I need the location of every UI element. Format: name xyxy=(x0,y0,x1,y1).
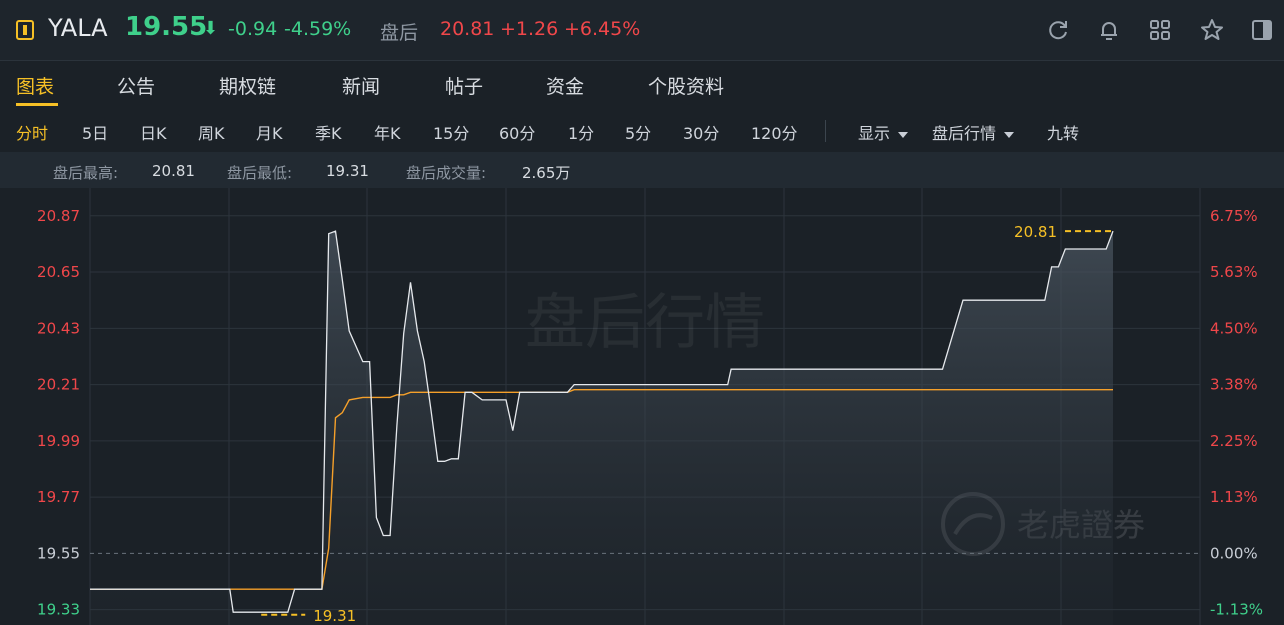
right-tick-label: 5.63% xyxy=(1210,263,1258,281)
tab-company-profile[interactable]: 个股资料 xyxy=(648,72,724,99)
right-tick-label: 4.50% xyxy=(1210,319,1258,337)
left-tick-label: 20.21 xyxy=(37,376,80,394)
left-tick-label: 19.99 xyxy=(37,432,80,450)
low-marker-label: 19.31 xyxy=(313,607,356,625)
period-quarterly[interactable]: 季K xyxy=(315,120,342,144)
high-marker-label: 20.81 xyxy=(1014,223,1057,241)
tab-news[interactable]: 新闻 xyxy=(342,72,380,99)
period-intraday[interactable]: 分时 xyxy=(16,120,48,144)
period-15min[interactable]: 15分 xyxy=(433,120,469,144)
after-hours-dropdown[interactable]: 盘后行情 xyxy=(932,120,1015,144)
down-arrow-icon: ⬇ xyxy=(203,18,219,39)
period-5day[interactable]: 5日 xyxy=(82,120,108,144)
market-status-icon xyxy=(16,20,34,40)
after-hours-change: +1.26 xyxy=(500,18,559,40)
period-daily[interactable]: 日K xyxy=(140,120,167,144)
period-1min[interactable]: 1分 xyxy=(568,120,594,144)
stat-low-value: 19.31 xyxy=(326,162,369,180)
after-hours-label: 盘后 xyxy=(380,22,419,44)
display-label: 显示 xyxy=(858,124,891,143)
right-tick-label: 6.75% xyxy=(1210,207,1258,225)
price-change-pct: -4.59% xyxy=(284,18,352,40)
star-icon[interactable] xyxy=(1198,16,1226,44)
tab-chart[interactable]: 图表 xyxy=(16,72,54,99)
left-tick-label: 20.65 xyxy=(37,263,80,281)
stat-volume-value: 2.65万 xyxy=(522,164,571,182)
right-tick-label: 0.00% xyxy=(1210,544,1258,562)
period-120min[interactable]: 120分 xyxy=(751,120,798,144)
left-tick-label: 19.55 xyxy=(37,544,80,562)
after-hours-dropdown-label: 盘后行情 xyxy=(932,124,997,143)
left-axis: 20.87 20.65 20.43 20.21 19.99 19.77 19.55 19.33 xyxy=(37,207,80,619)
nine-turn-toggle[interactable]: 九转 xyxy=(1047,120,1079,144)
quote-header: YALA 19.55 ⬇ -0.94 -4.59% 盘后 20.81 +1.26… xyxy=(0,0,1284,61)
left-tick-label: 19.33 xyxy=(37,601,80,619)
after-hours-stats: 盘后最高: 20.81 盘后最低: 19.31 盘后成交量: 2.65万 xyxy=(0,152,1284,188)
period-5min[interactable]: 5分 xyxy=(625,120,651,144)
display-dropdown[interactable]: 显示 xyxy=(858,120,909,144)
right-tick-label: 1.13% xyxy=(1210,488,1258,506)
after-hours-price: 20.81 xyxy=(440,18,495,40)
period-60min[interactable]: 60分 xyxy=(499,120,535,144)
right-axis: 6.75% 5.63% 4.50% 3.38% 2.25% 1.13% 0.00% -1.13… xyxy=(1210,207,1263,619)
toolbar-divider xyxy=(825,120,826,142)
grid-icon[interactable] xyxy=(1146,16,1174,44)
after-hours-change-pct: +6.45% xyxy=(564,18,641,40)
tab-announcements[interactable]: 公告 xyxy=(117,72,155,99)
tab-posts[interactable]: 帖子 xyxy=(445,72,483,99)
price-change: -0.94 xyxy=(228,18,278,40)
period-monthly[interactable]: 月K xyxy=(256,120,283,144)
stat-low-label: 盘后最低: xyxy=(227,164,293,182)
sidebar-toggle-icon[interactable] xyxy=(1248,16,1276,44)
caret-down-icon xyxy=(1004,131,1015,138)
left-tick-label: 20.43 xyxy=(37,319,80,337)
tab-capital-flow[interactable]: 资金 xyxy=(546,72,584,99)
bell-icon[interactable] xyxy=(1095,16,1123,44)
period-weekly[interactable]: 周K xyxy=(198,120,225,144)
tab-options-chain[interactable]: 期权链 xyxy=(219,72,276,99)
left-tick-label: 20.87 xyxy=(37,207,80,225)
main-tabs: 图表 公告 期权链 新闻 帖子 资金 个股资料 xyxy=(0,61,1284,109)
stat-high-label: 盘后最高: xyxy=(53,164,119,182)
watermark-text: 盘后行情 xyxy=(525,288,765,358)
last-price: 19.55 xyxy=(125,12,208,42)
period-yearly[interactable]: 年K xyxy=(374,120,401,144)
caret-down-icon xyxy=(898,131,909,138)
intraday-chart[interactable]: 盘后行情 老虎證券 20.81 19.31 20.8720.6520.4320.… xyxy=(0,188,1284,625)
period-selector: 分时 5日 日K 周K 月K 季K 年K 15分 60分 1分 5分 30分 1… xyxy=(0,110,1284,150)
right-tick-label: 3.38% xyxy=(1210,376,1258,394)
ticker-symbol: YALA xyxy=(48,14,108,42)
stat-high-value: 20.81 xyxy=(152,162,195,180)
refresh-icon[interactable] xyxy=(1044,16,1072,44)
right-tick-label: 2.25% xyxy=(1210,432,1258,450)
period-30min[interactable]: 30分 xyxy=(683,120,719,144)
stat-volume-label: 盘后成交量: xyxy=(406,164,487,182)
active-tab-indicator xyxy=(16,103,58,106)
left-tick-label: 19.77 xyxy=(37,488,80,506)
right-tick-label: -1.13% xyxy=(1210,601,1263,619)
